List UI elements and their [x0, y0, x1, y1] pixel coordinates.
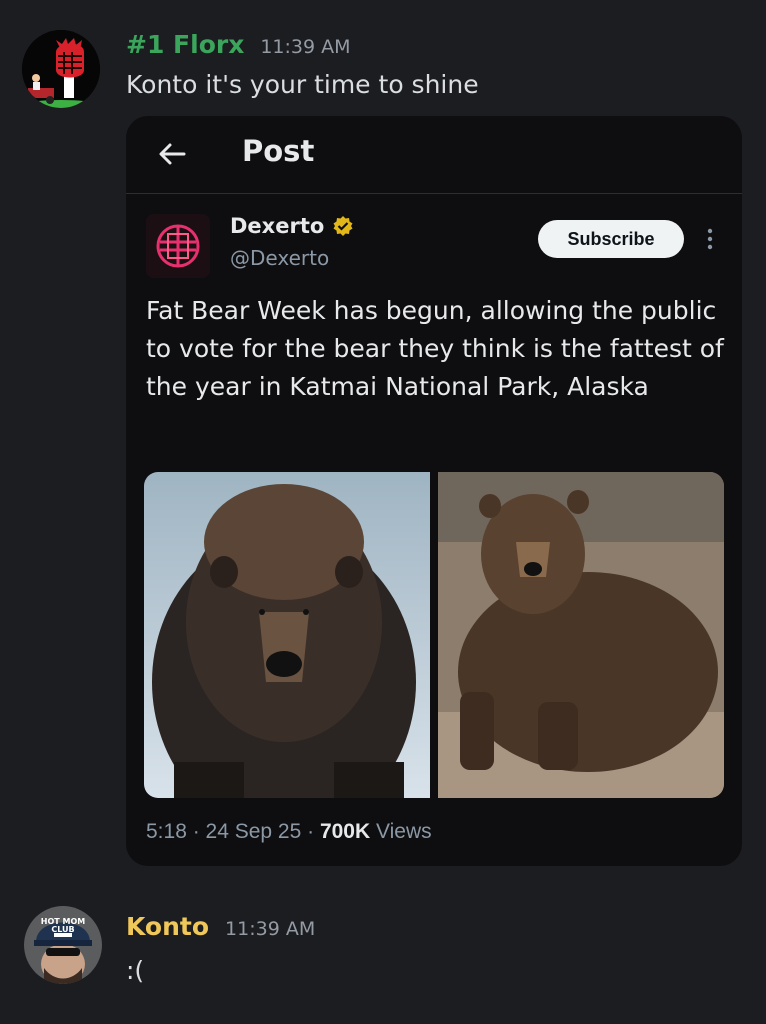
- views-label: Views: [370, 820, 432, 843]
- more-options-icon[interactable]: [704, 226, 716, 252]
- post-time: 5:18 · 24 Sep 25 ·: [146, 820, 320, 843]
- avatar-cap-text: HOT MOM CLUB: [40, 917, 86, 934]
- avatar[interactable]: [22, 30, 100, 108]
- timestamp: 11:39 AM: [260, 36, 351, 58]
- subscribe-button[interactable]: Subscribe: [538, 220, 684, 258]
- message-text: Konto it's your time to shine: [126, 70, 479, 99]
- post-text: Fat Bear Week has begun, allowing the pu…: [146, 296, 724, 401]
- post-title: Post: [242, 134, 315, 168]
- timestamp: 11:39 AM: [225, 918, 316, 940]
- author-avatar[interactable]: [146, 214, 210, 278]
- dexerto-logo-icon: [146, 214, 210, 278]
- message-florx: #1 Florx 11:39 AM Konto it's your time t…: [0, 0, 766, 110]
- post-topbar: Post: [126, 116, 742, 194]
- message-konto: HOT MOM CLUB Konto 11:39 AM :(: [0, 900, 766, 1010]
- username[interactable]: Konto: [126, 912, 209, 941]
- back-arrow-icon[interactable]: [156, 138, 188, 170]
- bear-photo-left-icon: [144, 472, 430, 798]
- username[interactable]: #1 Florx: [126, 30, 244, 59]
- bear-photo-right-icon: [438, 472, 724, 798]
- embedded-post[interactable]: Post Dexerto @Dexerto Subscribe Fat Bear…: [126, 116, 742, 866]
- verified-badge-icon: [333, 216, 353, 236]
- avatar[interactable]: HOT MOM CLUB: [24, 906, 102, 984]
- author-handle: @Dexerto: [230, 246, 330, 270]
- views-count: 700K: [319, 820, 371, 843]
- fat-bear-sitting-photo[interactable]: [438, 472, 724, 798]
- message-text: :(: [126, 956, 145, 985]
- author-name-row: Dexerto: [230, 214, 354, 238]
- author-name[interactable]: Dexerto: [230, 214, 324, 238]
- red-fist-lawnmower-avatar-icon: [22, 30, 100, 108]
- post-meta: 5:18 · 24 Sep 25 · 700K Views: [146, 820, 432, 844]
- message-header: #1 Florx 11:39 AM: [126, 30, 351, 59]
- fat-bear-in-snow-photo[interactable]: [144, 472, 430, 798]
- message-header: Konto 11:39 AM: [126, 912, 315, 941]
